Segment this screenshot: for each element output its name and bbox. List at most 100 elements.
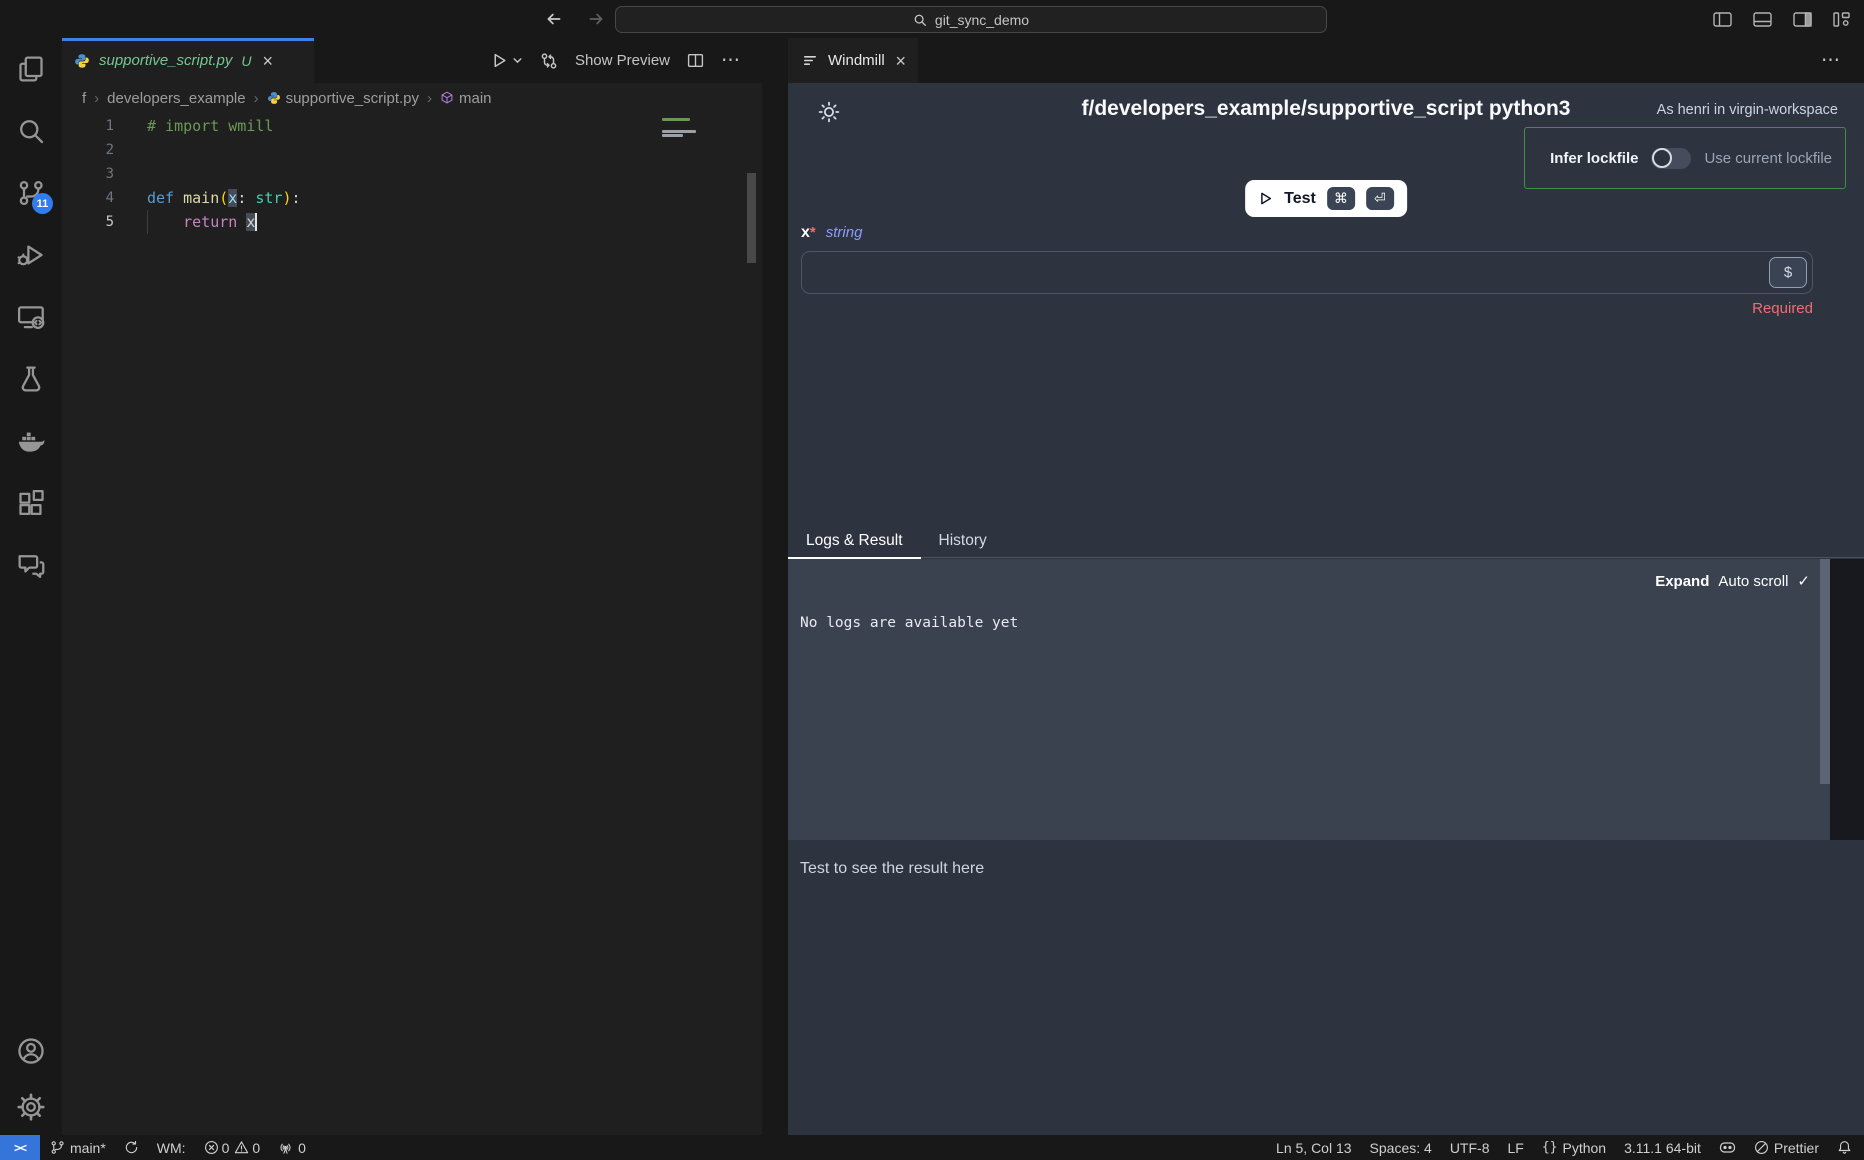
autoscroll-toggle[interactable]: Auto scroll [1718,573,1788,590]
copilot-icon [1719,1140,1736,1155]
windmill-status-item[interactable]: WM: [157,1140,186,1156]
logs-scrollbar[interactable] [1820,559,1830,784]
run-debug-icon[interactable] [0,224,62,286]
run-dropdown-icon[interactable] [512,55,523,66]
expand-button[interactable]: Expand [1655,573,1709,590]
ports-count: 0 [298,1140,306,1156]
use-current-lockfile-label: Use current lockfile [1704,150,1832,167]
code-line: 2 [62,138,762,162]
status-bar: >< main* WM: 0 0 0 Ln 5, Col 13 Spaces: … [0,1135,1864,1160]
lockfile-toggle[interactable] [1651,148,1691,169]
nav-back-icon[interactable] [545,10,563,28]
search-value: git_sync_demo [935,12,1029,28]
tab-history[interactable]: History [921,525,1005,557]
result-placeholder: Test to see the result here [800,860,984,878]
show-preview-button[interactable]: Show Preview [575,52,670,69]
prettier-item[interactable]: Prettier [1754,1140,1819,1156]
cursor-position-item[interactable]: Ln 5, Col 13 [1276,1140,1352,1156]
breadcrumb-file[interactable]: supportive_script.py [267,90,419,107]
editor-scrollbar[interactable] [747,173,756,263]
encoding-item[interactable]: UTF-8 [1450,1140,1490,1156]
language-name: Python [1562,1140,1606,1156]
warning-count: 0 [252,1140,260,1156]
settings-gear-icon[interactable] [0,1079,62,1135]
variable-picker-button[interactable]: $ [1769,257,1807,288]
tab-supportive-script[interactable]: supportive_script.py U × [62,38,314,83]
eol-item[interactable]: LF [1507,1140,1523,1156]
source-control-icon[interactable]: 11 [0,162,62,224]
branch-icon [50,1140,65,1155]
breadcrumb-symbol[interactable]: main [440,90,492,107]
check-icon: ✓ [1797,572,1810,590]
copilot-icon[interactable] [1719,1140,1736,1155]
nav-forward-icon[interactable] [587,10,605,28]
run-file-icon[interactable] [491,52,508,69]
tab-git-status: U [241,53,251,69]
search-panel-icon[interactable] [0,100,62,162]
ports-item[interactable]: 0 [278,1140,306,1156]
tab-windmill[interactable]: Windmill × [788,38,918,83]
explorer-icon[interactable] [0,38,62,100]
panel-more-actions-icon[interactable]: ⋯ [1821,49,1864,72]
language-mode-item[interactable]: {} Python [1542,1140,1606,1156]
activity-bar: 11 [0,38,62,1135]
comments-icon[interactable] [0,534,62,596]
git-branch-item[interactable]: main* [50,1140,106,1156]
breadcrumb-folder[interactable]: developers_example [107,90,245,107]
account-icon[interactable] [0,1023,62,1079]
editor-more-actions-icon[interactable]: ⋯ [721,49,742,72]
testing-icon[interactable] [0,348,62,410]
toggle-knob [1652,148,1672,168]
problems-item[interactable]: 0 0 [204,1140,261,1156]
prettier-label: Prettier [1774,1140,1819,1156]
close-tab-icon[interactable]: × [263,52,274,70]
slash-circle-icon [1754,1140,1769,1155]
split-editor-icon[interactable] [687,52,704,69]
logs-scroll-gutter [1830,559,1864,840]
error-icon [204,1140,219,1155]
close-windmill-tab-icon[interactable]: × [895,52,906,70]
notifications-bell-icon[interactable] [1837,1140,1852,1155]
x-value-input[interactable] [802,252,1812,293]
code-line: 5 return x [62,210,762,234]
toggle-sidebar-icon[interactable] [1713,12,1732,27]
command-center-search[interactable]: git_sync_demo [615,6,1327,33]
code-line: 3 [62,162,762,186]
play-icon [1258,191,1273,206]
remote-explorer-icon[interactable] [0,286,62,348]
toggle-secondary-sidebar-icon[interactable] [1793,12,1812,27]
tab-logs-result[interactable]: Logs & Result [788,525,921,557]
docker-icon[interactable] [0,410,62,472]
editor-tab-bar: supportive_script.py U × Show Preview ⋯ [62,38,762,83]
python-interpreter-item[interactable]: 3.11.1 64-bit [1624,1140,1701,1156]
python-file-icon [74,53,90,69]
minimap-mark [662,134,683,137]
open-changes-icon[interactable] [540,52,558,70]
editor-group: supportive_script.py U × Show Preview ⋯ [62,38,762,1135]
search-icon [913,13,927,27]
branch-name: main* [70,1140,106,1156]
field-type-label: string [826,224,863,241]
indentation-item[interactable]: Spaces: 4 [1370,1140,1432,1156]
text-cursor [255,213,257,231]
extensions-icon[interactable] [0,472,62,534]
toggle-panel-icon[interactable] [1753,12,1772,27]
tab-filename: supportive_script.py [99,52,232,69]
test-button[interactable]: Test ⌘ ⏎ [1245,180,1407,217]
braces-icon: {} [1542,1140,1558,1155]
minimap[interactable] [660,115,700,175]
workspace-context: As henri in virgin-workspace [1657,102,1838,118]
remote-indicator[interactable]: >< [0,1135,40,1160]
result-tab-bar: Logs & Result History [788,525,1864,558]
python-file-icon [267,91,281,105]
chevron-right-icon: › [427,90,432,107]
breadcrumb-folder[interactable]: f [82,90,86,107]
customize-layout-icon[interactable] [1833,12,1850,27]
error-count: 0 [222,1140,230,1156]
symbol-cube-icon [440,91,454,105]
sync-changes-item[interactable] [124,1140,139,1155]
code-editor[interactable]: 1# import wmill234def main(x: str):5 ret… [62,113,762,234]
argument-field: x * string $ Required [801,224,1813,317]
windmill-tab-label: Windmill [828,52,885,69]
required-message: Required [801,300,1813,317]
